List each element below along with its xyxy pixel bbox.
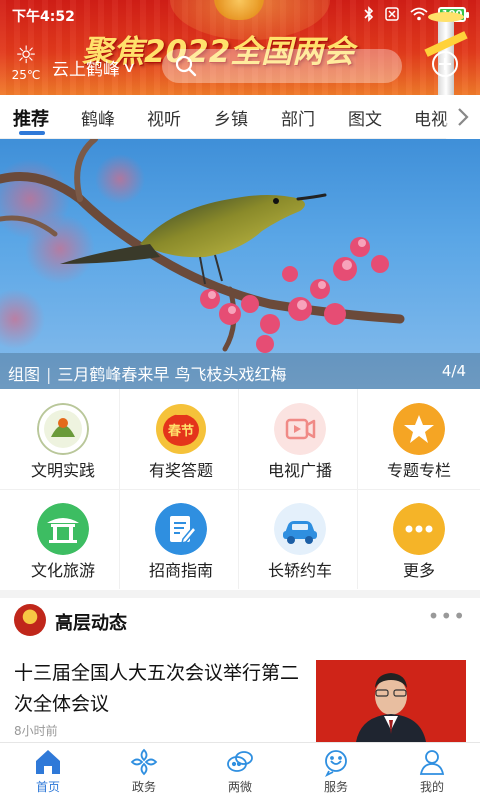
function-more[interactable]: 更多 (360, 489, 478, 589)
weibo-weixin-icon (227, 751, 253, 772)
nav-service[interactable]: 服务 (288, 743, 384, 801)
bottom-navigation: 首页 政务 两微 服务 我的 (0, 742, 480, 800)
spring-festival-lantern-icon: 春节 (156, 404, 206, 454)
hero-caption-tag: 组图 (8, 365, 41, 384)
header-banner: 下午4:52 100 聚焦2022全国两会 ☼ 25℃ 云上鹤峰 ∨ (0, 0, 480, 95)
section-divider (0, 590, 480, 598)
weather-widget[interactable]: ☼ 25℃ (10, 42, 42, 88)
hero-caption-separator: | (46, 365, 52, 384)
search-icon (175, 55, 197, 77)
function-culture-tourism[interactable]: 文化旅游 (4, 489, 122, 589)
hero-caption-bar: 组图 | 三月鹤峰春来早 鸟飞枝头戏红梅 4/4 (0, 353, 480, 389)
news-time: 8小时前 (14, 724, 58, 738)
section-logo (14, 604, 46, 636)
location-label: 云上鹤峰 (52, 60, 120, 80)
channel-tabs: 推荐 鹤峰 视听 乡镇 部门 图文 电视 (0, 95, 480, 139)
tab-departments[interactable]: 部门 (281, 105, 315, 130)
government-icon (130, 748, 158, 776)
scan-icon[interactable] (430, 49, 460, 79)
chevron-down-icon: ∨ (121, 59, 137, 76)
news-item[interactable]: 十三届全国人大五次会议举行第二次全体会议 8小时前 (0, 652, 480, 742)
nav-label: 政务 (131, 780, 156, 794)
tab-audio-video[interactable]: 视听 (147, 105, 181, 130)
hero-caption: 组图 | 三月鹤峰春来早 鸟飞枝头戏红梅 (8, 361, 287, 385)
car-icon (274, 503, 326, 555)
svg-text:春节: 春节 (167, 423, 194, 439)
sun-icon: ☼ (15, 41, 37, 69)
hero-caption-title: 三月鹤峰春来早 鸟飞枝头戏红梅 (57, 365, 287, 384)
function-label: 文化旅游 (30, 561, 95, 580)
tabs-scroll-button[interactable] (446, 95, 480, 139)
function-label: 文明实践 (30, 461, 95, 480)
more-options-button[interactable]: ••• (428, 604, 466, 628)
tab-recommend[interactable]: 推荐 (13, 105, 49, 131)
profile-icon (419, 750, 445, 775)
nav-label: 我的 (419, 780, 444, 794)
section-title: 高层动态 (55, 613, 127, 634)
function-label: 长轿约车 (267, 561, 332, 580)
news-thumbnail (316, 660, 466, 742)
civilization-practice-icon (37, 403, 89, 455)
tab-hefeng[interactable]: 鹤峰 (81, 105, 115, 130)
tv-broadcast-icon (274, 403, 326, 455)
nav-label: 两微 (227, 780, 252, 794)
document-edit-icon (155, 503, 207, 555)
function-label: 有奖答题 (148, 461, 213, 480)
function-label: 专题专栏 (386, 461, 451, 480)
nav-home[interactable]: 首页 (0, 743, 96, 801)
function-civilization-practice[interactable]: 文明实践 (4, 389, 122, 489)
nav-government[interactable]: 政务 (96, 743, 192, 801)
chevron-right-icon (458, 108, 469, 126)
section-header: 高层动态 ••• (0, 598, 480, 642)
function-label: 更多 (402, 561, 435, 580)
more-icon (393, 503, 445, 555)
nav-label: 首页 (35, 780, 60, 794)
nav-weibo-weixin[interactable]: 两微 (192, 743, 288, 801)
active-tab-indicator (19, 131, 45, 135)
function-label: 电视广播 (267, 461, 332, 480)
location-selector[interactable]: 云上鹤峰 ∨ (52, 55, 137, 81)
sim-disabled-icon (385, 7, 399, 21)
tab-tv[interactable]: 电视 (414, 105, 448, 130)
tab-pictures[interactable]: 图文 (348, 105, 382, 130)
function-investment-guide[interactable]: 招商指南 (122, 489, 240, 589)
function-tv-broadcast[interactable]: 电视广播 (241, 389, 359, 489)
home-icon (36, 750, 60, 774)
nav-label: 服务 (323, 780, 348, 794)
hero-image-bird-on-plum-branch (0, 139, 405, 353)
star-icon (393, 403, 445, 455)
hero-carousel[interactable]: 组图 | 三月鹤峰春来早 鸟飞枝头戏红梅 4/4 (0, 139, 480, 389)
search-input[interactable] (162, 49, 402, 83)
bluetooth-icon (364, 6, 374, 22)
function-prize-quiz[interactable]: 春节 有奖答题 (122, 389, 240, 489)
hero-page-counter: 4/4 (441, 362, 466, 380)
nav-profile[interactable]: 我的 (384, 743, 480, 801)
pavilion-icon (37, 503, 89, 555)
function-car-booking[interactable]: 长轿约车 (241, 489, 359, 589)
function-label: 招商指南 (148, 561, 213, 580)
service-icon (324, 750, 347, 777)
tab-towns[interactable]: 乡镇 (214, 105, 248, 130)
weather-temperature: 25℃ (11, 68, 41, 82)
function-special-topics[interactable]: 专题专栏 (360, 389, 478, 489)
status-time: 下午4:52 (12, 9, 75, 25)
function-grid: 文明实践 春节 有奖答题 电视广播 专题专栏 文化旅游 招商指南 长轿约车 更多 (0, 389, 480, 589)
news-headline: 十三届全国人大五次会议举行第二次全体会议 (14, 662, 300, 715)
